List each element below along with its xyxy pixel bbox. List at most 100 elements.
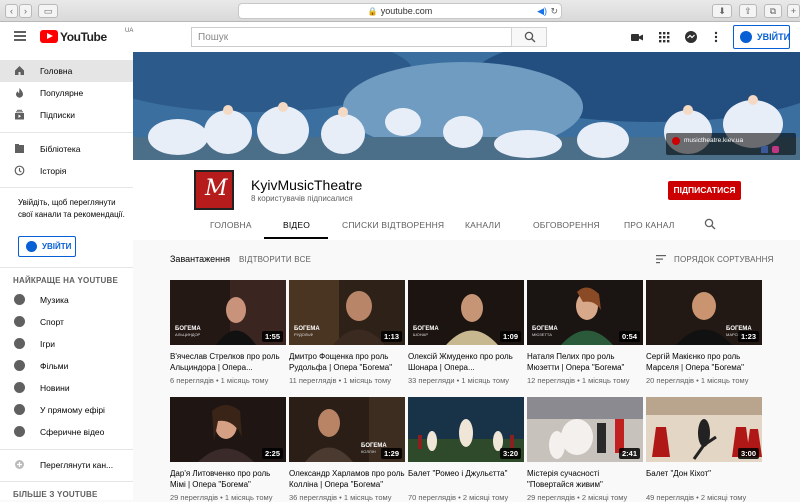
video-thumbnail[interactable]: 2:41 [527,397,643,462]
download-button[interactable]: ⬇ [712,4,732,18]
sidebar-item-label: Ігри [40,339,55,349]
video-title[interactable]: Сергій Макієнко про роль Марселя | Опера… [646,351,762,373]
video-title[interactable]: Дмитро Фощенка про роль Рудольфа | Опера… [289,351,405,373]
video-card[interactable]: БОГЕМА КОЛЛІН 1:29 Олександр Харламов про… [289,397,405,502]
video-card[interactable]: БОГЕМА МАРСЕЛЬ 1:23 Сергій Макієнко про р… [646,280,762,385]
tab-playlists[interactable]: СПИСКИ ВІДТВОРЕННЯ [342,220,444,230]
apps-icon[interactable] [657,30,671,44]
channel-search-icon[interactable] [704,218,716,230]
sidebar-item-sport[interactable]: Спорт [0,311,133,333]
video-title[interactable]: Балет "Ромео і Джульєтта" [408,468,524,490]
video-title[interactable]: Наталя Пелих про роль Мюзетти | Опера "Б… [527,351,643,373]
video-duration: 1:09 [499,331,521,342]
tag-role: МЮЗЕТТА [532,332,552,337]
sidebar-item-history[interactable]: Історія [0,160,133,182]
back-button[interactable]: ‹ [5,4,18,18]
video-thumbnail[interactable]: БОГЕМА АЛЬЦИНДОР 1:55 [170,280,286,345]
video-thumbnail[interactable]: БОГЕМА МАРСЕЛЬ 1:23 [646,280,762,345]
video-thumbnail[interactable]: БОГЕМА ШОНАР 1:09 [408,280,524,345]
play-all-button[interactable]: ВІДТВОРИТИ ВСЕ [239,255,311,264]
sign-in-button[interactable]: УВІЙТИ [733,25,790,49]
sidebar-item-gaming[interactable]: Ігри [0,333,133,355]
sidebar-item-label: Історія [40,166,67,176]
sidebar-item-news[interactable]: Новини [0,377,133,399]
sidebar-signin-prompt: Увійдіть, щоб переглянути свої канали та… [18,198,125,219]
sidebar-item-movies[interactable]: Фільми [0,355,133,377]
hamburger-menu-icon[interactable] [14,31,26,41]
sidebar-item-label: Переглянути кан... [40,460,114,470]
channel-avatar[interactable]: M [194,170,234,210]
sidebar-divider [0,187,133,188]
forward-button[interactable]: › [19,4,32,18]
sidebar-item-label: У прямому ефірі [40,405,105,415]
sidebar-item-360[interactable]: Сферичне відео [0,421,133,443]
gaming-icon [14,338,25,349]
search-icon [524,31,536,43]
sidebar-toggle-button[interactable]: ▭ [38,4,58,18]
more-options-icon[interactable] [709,30,723,44]
tab-videos[interactable]: ВІДЕО [283,220,310,230]
account-icon [740,31,752,43]
video-title[interactable]: Олексій Жмуденко про роль Шонара | Опера… [408,351,524,373]
new-tab-button[interactable]: + [787,4,800,18]
tab-home[interactable]: ГОЛОВНА [210,220,252,230]
search-input[interactable]: Пошук [191,27,511,47]
video-title[interactable]: В'ячеслав Стрелков про роль Альциндора |… [170,351,286,373]
video-duration: 2:41 [618,448,640,459]
channel-banner: musictheatre.kiev.ua [133,52,800,160]
tabs-button[interactable]: ⧉ [764,4,782,18]
video-card[interactable]: 2:41 Містерія сучасності "Повертайся жив… [527,397,643,502]
sidebar-item-live[interactable]: У прямому ефірі [0,399,133,421]
video-card[interactable]: 3:20 Балет "Ромео і Джульєтта" 70 перегл… [408,397,524,502]
facebook-icon[interactable] [761,146,768,153]
video-card[interactable]: БОГЕМА АЛЬЦИНДОР 1:55 В'ячеслав Стрелков … [170,280,286,385]
sidebar-item-label: Підписки [40,110,76,120]
video-card[interactable]: БОГЕМА МЮЗЕТТА 0:54 Наталя Пелих про роль… [527,280,643,385]
video-meta: 12 переглядів • 1 місяць тому [527,376,630,385]
video-thumbnail[interactable]: БОГЕМА МЮЗЕТТА 0:54 [527,280,643,345]
video-card[interactable]: БОГЕМА РУДОЛЬФ 1:13 Дмитро Фощенка про ро… [289,280,405,385]
banner-site-link[interactable]: musictheatre.kiev.ua [666,133,796,155]
sidebar-item-music[interactable]: Музика [0,289,133,311]
video-thumbnail[interactable]: 2:25 [170,397,286,462]
uploads-heading: Завантаження [170,254,230,264]
video-title[interactable]: Олександр Харламов про роль Колліна | Оп… [289,468,405,490]
video-thumbnail[interactable]: БОГЕМА РУДОЛЬФ 1:13 [289,280,405,345]
sidebar-item-trending[interactable]: Популярне [0,82,133,104]
video-thumbnail[interactable]: 3:00 [646,397,762,462]
video-thumbnail[interactable]: 3:20 [408,397,524,462]
video-thumbnail[interactable]: БОГЕМА КОЛЛІН 1:29 [289,397,405,462]
video-title[interactable]: Містерія сучасності "Повертайся живим" [527,468,643,490]
video-card[interactable]: 3:00 Балет "Дон Кіхот" 49 переглядів • 2… [646,397,762,502]
create-video-icon[interactable] [630,30,644,44]
tab-about[interactable]: ПРО КАНАЛ [624,220,675,230]
reload-icon[interactable]: ↻ [550,4,558,18]
instagram-icon[interactable] [772,146,779,153]
thumbnail-tag: БОГЕМА АЛЬЦИНДОР [175,326,201,338]
share-button[interactable]: ⇪ [739,4,757,18]
search-button[interactable] [511,27,547,47]
sidebar-item-library[interactable]: Бібліотека [0,138,133,160]
tab-discussion[interactable]: ОБГОВОРЕННЯ [533,220,600,230]
account-icon [26,241,37,252]
video-card[interactable]: БОГЕМА ШОНАР 1:09 Олексій Жмуденко про ро… [408,280,524,385]
sidebar-item-home[interactable]: Головна [0,60,133,82]
video-title[interactable]: Дар'я Литовченко про роль Мімі | Опера "… [170,468,286,490]
messages-icon[interactable] [684,30,698,44]
video-meta: 29 переглядів • 1 місяць тому [170,493,273,502]
sidebar-item-browse-channels[interactable]: Переглянути кан... [0,454,133,476]
sidebar-divider [0,132,133,133]
movies-icon [14,360,25,371]
video-card[interactable]: 2:25 Дар'я Литовченко про роль Мімі | Оп… [170,397,286,502]
video-title[interactable]: Балет "Дон Кіхот" [646,468,762,490]
video-duration: 3:00 [737,448,759,459]
audio-icon[interactable]: ◀) [537,4,547,18]
sidebar-sign-in-button[interactable]: УВІЙТИ [18,236,76,257]
subscribe-button[interactable]: ПІДПИСАТИСЯ [668,181,741,200]
address-bar[interactable]: 🔒 youtube.com ◀) ↻ [238,3,562,19]
url-text: youtube.com [380,6,433,16]
tab-channels[interactable]: КАНАЛИ [465,220,501,230]
logo-text: YouTube [60,30,107,44]
tag-role: РУДОЛЬФ [294,332,314,337]
sidebar-item-subscriptions[interactable]: Підписки [0,104,133,126]
